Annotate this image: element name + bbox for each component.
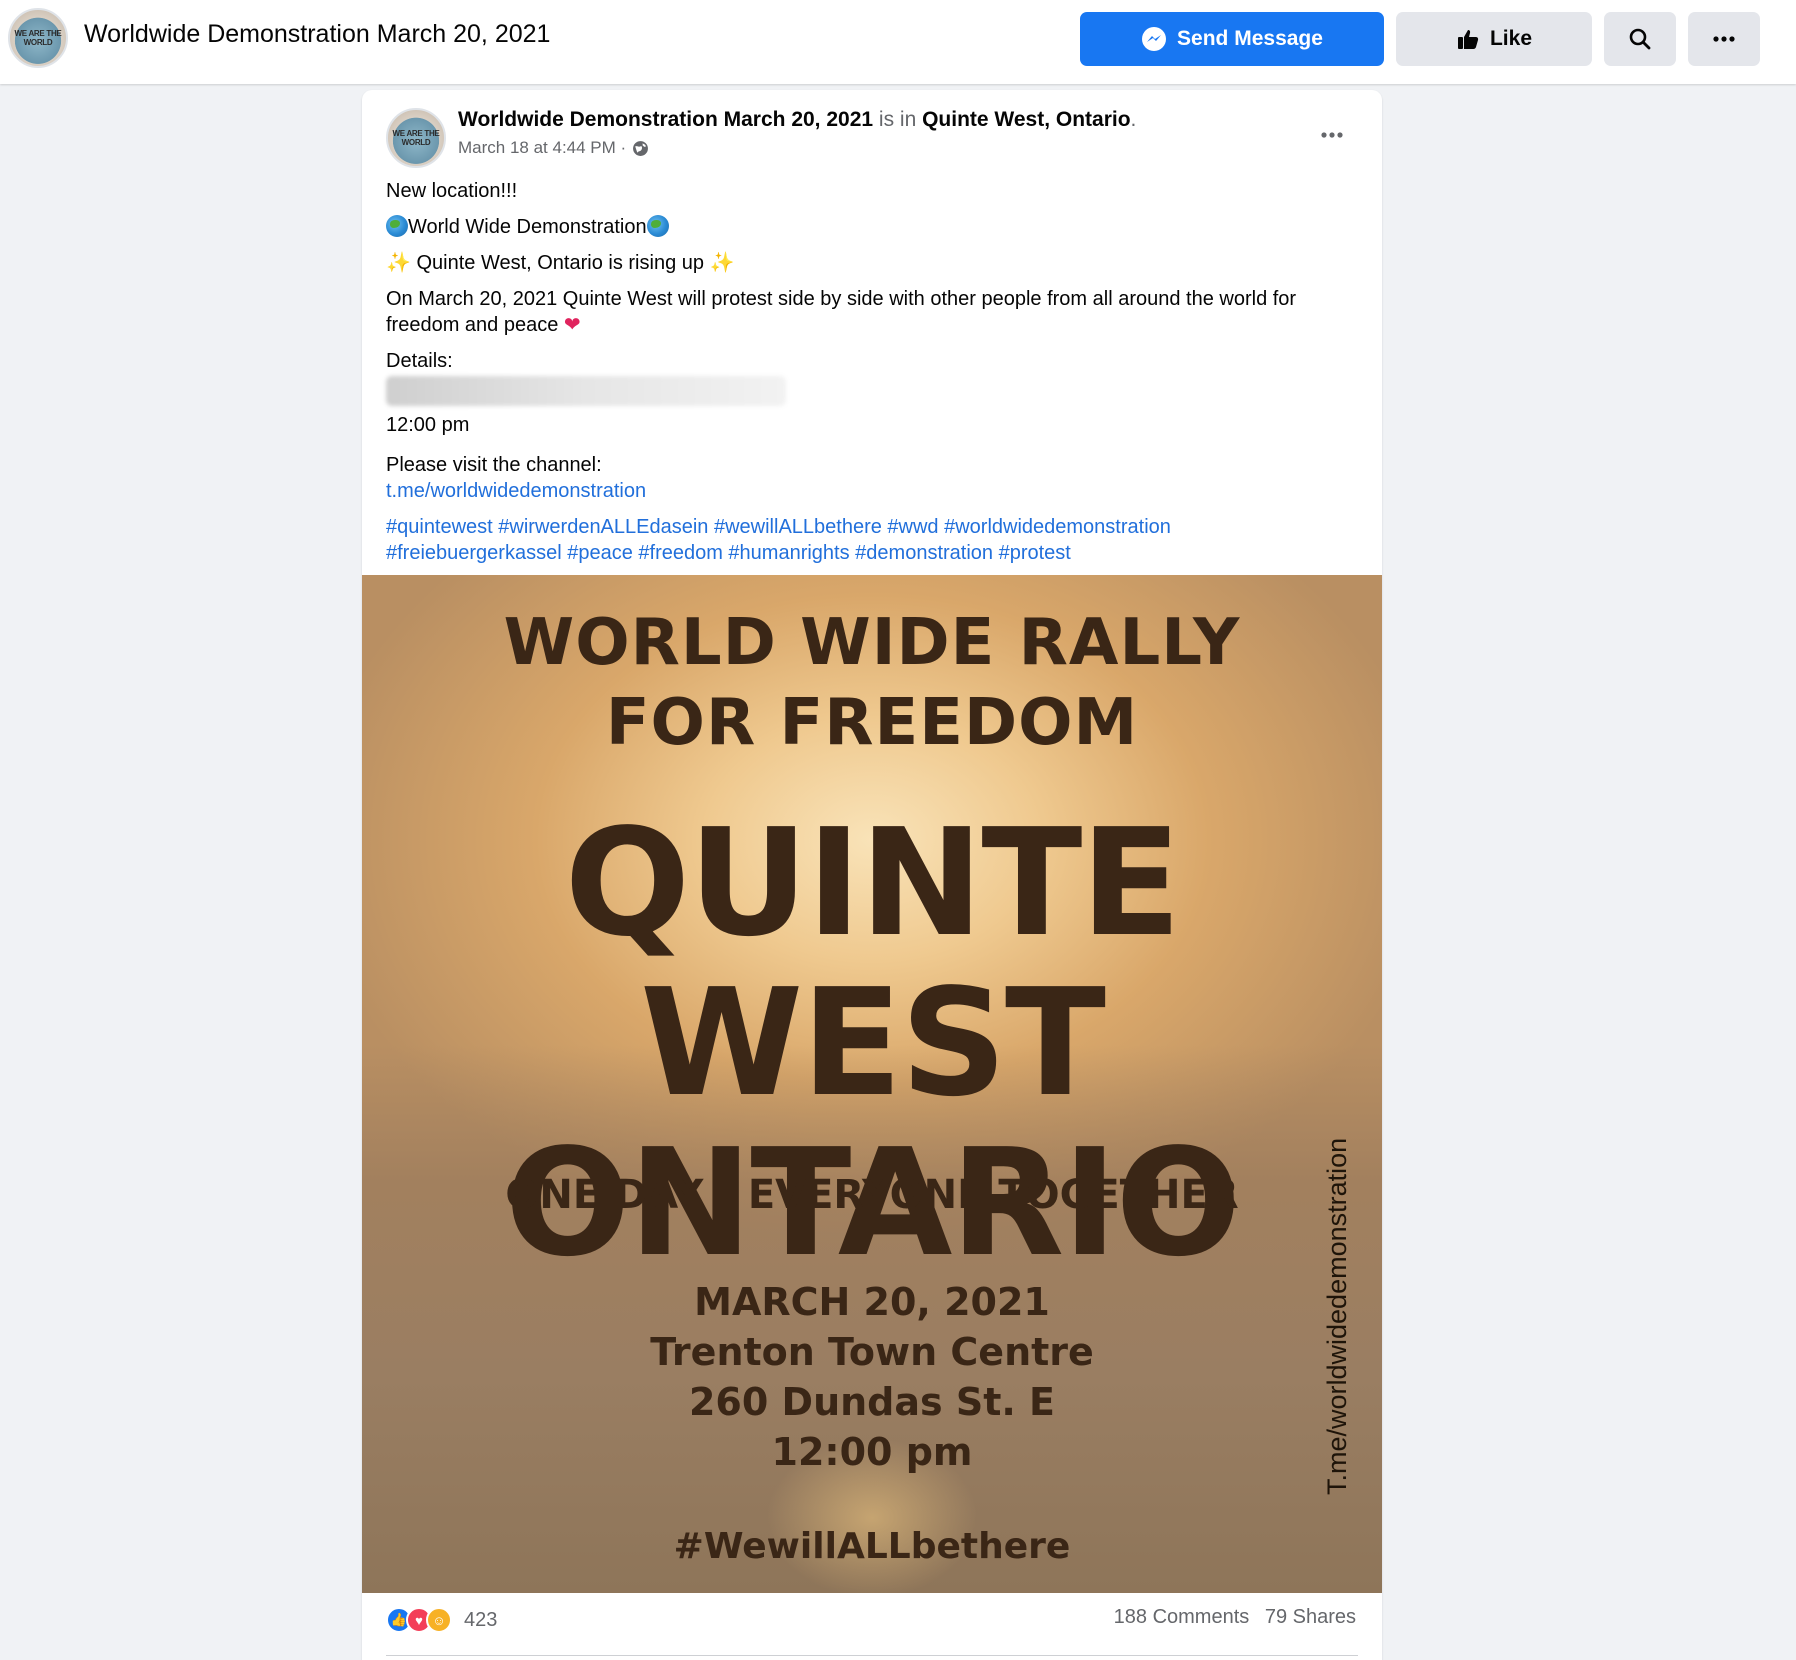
- details-label: Details:: [386, 350, 453, 372]
- redacted-details: [386, 376, 786, 406]
- avatar-logo: WE ARE THE WORLD: [14, 29, 62, 47]
- post-author-avatar[interactable]: WE ARE THE WORLD: [386, 108, 446, 168]
- more-options-button[interactable]: [1688, 12, 1760, 66]
- more-dots-icon: [1321, 132, 1343, 138]
- poster-headline-line-1: WORLD WIDE RALLY: [503, 606, 1241, 680]
- is-in-text: is in: [873, 108, 923, 131]
- post-timestamp[interactable]: March 18 at 4:44 PM ·: [458, 138, 626, 158]
- poster-venue: Trenton Town Centre: [650, 1330, 1094, 1374]
- thumbs-up-icon: [1457, 30, 1479, 49]
- comments-count[interactable]: 188 Comments: [1114, 1606, 1250, 1628]
- post-line-title: World Wide Demonstration: [386, 214, 1366, 240]
- post-line-visit: Please visit the channel: t.me/worldwide…: [386, 452, 1366, 504]
- hashtags-line-1[interactable]: #quintewest #wirwerdenALLEdasein #wewill…: [386, 516, 1171, 538]
- post-line-time: 12:00 pm: [386, 414, 470, 436]
- post-line-rising: ✨ Quinte West, Ontario is rising up ✨: [386, 250, 1366, 276]
- search-icon: [1629, 28, 1651, 50]
- protest-text: On March 20, 2021 Quinte West will prote…: [386, 288, 1297, 336]
- sparkles-icon: ✨: [386, 252, 411, 274]
- post-meta: March 18 at 4:44 PM ·: [458, 138, 649, 158]
- post-line-details: Details:: [386, 348, 1366, 406]
- post-body: New location!!! World Wide Demonstration…: [386, 178, 1366, 576]
- title-text: World Wide Demonstration: [408, 216, 647, 238]
- visit-text: Please visit the channel:: [386, 454, 602, 476]
- post-line-protest: On March 20, 2021 Quinte West will prote…: [386, 286, 1366, 338]
- send-message-button[interactable]: Send Message: [1080, 12, 1384, 66]
- more-dots-icon: [1713, 36, 1735, 42]
- hashtags-line-2[interactable]: #freiebuergerkassel #peace #freedom #hum…: [386, 542, 1071, 564]
- poster-headline-line-2: FOR FREEDOM: [605, 686, 1139, 760]
- page-header: WE ARE THE WORLD Worldwide Demonstration…: [0, 0, 1796, 84]
- avatar-logo: WE ARE THE WORLD: [392, 129, 440, 147]
- post-card: WE ARE THE WORLD Worldwide Demonstration…: [362, 90, 1382, 1660]
- rising-text: Quinte West, Ontario is rising up: [410, 252, 710, 274]
- channel-link[interactable]: t.me/worldwidedemonstration: [386, 480, 646, 502]
- post-line-new-location: New location!!!: [386, 180, 518, 202]
- care-reaction-icon: ☺: [426, 1607, 452, 1633]
- globe-emoji-icon: [386, 215, 408, 237]
- like-page-button[interactable]: Like: [1396, 12, 1592, 66]
- search-button[interactable]: [1604, 12, 1676, 66]
- page-avatar[interactable]: WE ARE THE WORLD: [8, 8, 68, 68]
- poster-city-line-1: QUINTE WEST: [564, 797, 1182, 1129]
- messenger-icon: [1142, 27, 1167, 51]
- period-text: .: [1130, 108, 1137, 131]
- shares-count[interactable]: 79 Shares: [1265, 1606, 1356, 1628]
- globe-icon: [633, 140, 649, 156]
- post-author-link[interactable]: Worldwide Demonstration March 20, 2021: [458, 108, 873, 131]
- poster-date: MARCH 20, 2021: [694, 1280, 1050, 1324]
- like-label: Like: [1489, 27, 1533, 50]
- divider: [386, 1655, 1358, 1656]
- reaction-count: 423: [464, 1608, 498, 1631]
- poster-time: 12:00 pm: [771, 1430, 973, 1474]
- page-title[interactable]: Worldwide Demonstration March 20, 2021: [84, 20, 550, 49]
- poster-hashtag: #WewillALLbethere: [673, 1526, 1071, 1567]
- send-message-label: Send Message: [1177, 27, 1323, 50]
- poster-headline: WORLD WIDE RALLY FOR FREEDOM: [362, 603, 1382, 763]
- poster-address: 260 Dundas St. E: [688, 1380, 1056, 1424]
- poster-side-text: T.me/worldwidedemonstration: [1322, 1137, 1352, 1495]
- poster-event-details: MARCH 20, 2021 Trenton Town Centre 260 D…: [362, 1277, 1382, 1477]
- heart-icon: ❤: [563, 314, 581, 336]
- post-hashtags: #quintewest #wirwerdenALLEdasein #wewill…: [386, 514, 1366, 566]
- globe-emoji-icon: [646, 215, 669, 237]
- reactions-summary[interactable]: 👍 ♥ ☺ 423: [386, 1602, 497, 1638]
- post-image[interactable]: WORLD WIDE RALLY FOR FREEDOM QUINTE WEST…: [362, 575, 1382, 1593]
- engagement-counts: 188 Comments 79 Shares: [1104, 1606, 1356, 1629]
- post-header: Worldwide Demonstration March 20, 2021 i…: [458, 108, 1136, 132]
- sparkles-icon: ✨: [709, 252, 735, 274]
- post-options-button[interactable]: [1312, 120, 1352, 150]
- poster-tagline: ONE DAY - EVERYONE TOGETHER: [505, 1172, 1239, 1218]
- location-link[interactable]: Quinte West, Ontario: [922, 108, 1130, 131]
